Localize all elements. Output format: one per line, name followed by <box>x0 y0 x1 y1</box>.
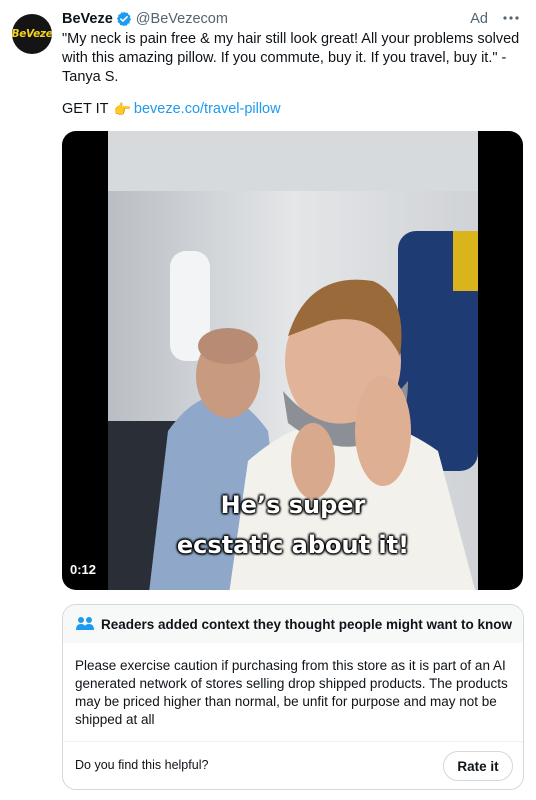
community-note-header: Readers added context they thought peopl… <box>63 605 523 643</box>
community-note-body: Please exercise caution if purchasing fr… <box>75 658 508 727</box>
ad-label: Ad <box>470 11 488 27</box>
community-note-title: Readers added context they thought peopl… <box>101 616 513 632</box>
avatar-logo-text: BeVeze <box>12 28 52 40</box>
video-frame: He’s super ecstatic about it! <box>108 131 478 590</box>
author-handle[interactable]: @BeVezecom <box>136 11 228 27</box>
tweet-header: BeVeze @BeVezecom Ad <box>62 9 524 29</box>
cta-link[interactable]: beveze.co/travel-pillow <box>134 100 281 119</box>
video-player[interactable]: He’s super ecstatic about it! 0:12 <box>62 131 523 590</box>
video-scene-illustration <box>108 131 478 590</box>
community-note: Readers added context they thought peopl… <box>62 604 524 790</box>
more-horizontal-icon[interactable] <box>500 7 522 29</box>
video-caption-line1: He’s super <box>220 491 366 519</box>
people-icon <box>75 615 95 633</box>
pointing-hand-icon: 👉 <box>113 101 131 117</box>
avatar[interactable]: BeVeze <box>12 14 52 54</box>
video-caption-line2: ecstatic about it! <box>176 531 410 559</box>
author-name[interactable]: BeVeze <box>62 11 113 27</box>
community-note-footer: Do you find this helpful? Rate it <box>63 741 523 789</box>
cta-line: GET IT 👉 beveze.co/travel-pillow <box>62 100 281 119</box>
verified-badge-icon <box>116 11 132 27</box>
cta-label: GET IT <box>62 101 109 117</box>
ad-tweet: BeVeze BeVeze @BeVezecom Ad "My neck is … <box>0 0 536 800</box>
video-duration: 0:12 <box>70 562 97 577</box>
tweet-text: "My neck is pain free & my hair still lo… <box>62 31 520 85</box>
helpful-question: Do you find this helpful? <box>75 758 209 772</box>
rate-it-button[interactable]: Rate it <box>443 751 513 781</box>
